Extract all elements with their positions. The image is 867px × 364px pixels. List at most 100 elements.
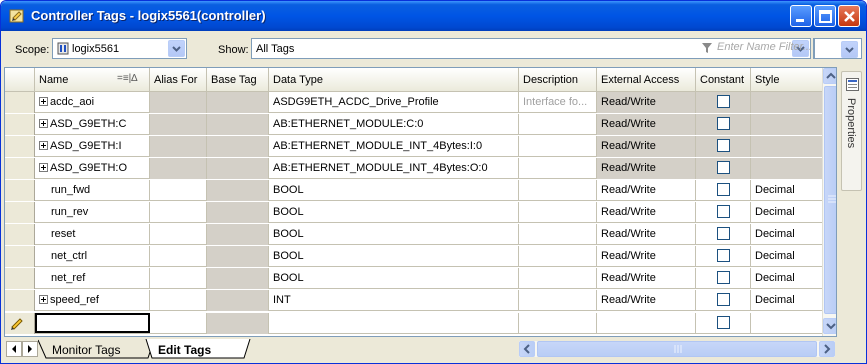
- row-selector[interactable]: [5, 268, 35, 289]
- cell-constant[interactable]: [696, 290, 751, 311]
- cell-description[interactable]: [519, 246, 597, 267]
- cell-description[interactable]: [519, 136, 597, 157]
- cell-data-type[interactable]: AB:ETHERNET_MODULE:C:0: [269, 114, 519, 135]
- tab-monitor-tags[interactable]: Monitor Tags: [52, 339, 120, 359]
- constant-checkbox[interactable]: [717, 205, 730, 218]
- filter-dropdown-button[interactable]: [841, 41, 858, 58]
- cell-alias-for[interactable]: [150, 136, 207, 157]
- cell-constant[interactable]: [696, 114, 751, 135]
- cell-external-access[interactable]: Read/Write: [597, 180, 696, 201]
- cell-alias-for[interactable]: [150, 92, 207, 113]
- cell-alias-for[interactable]: [150, 114, 207, 135]
- expand-icon[interactable]: [39, 163, 48, 172]
- table-row[interactable]: acdc_aoi ASDG9ETH_ACDC_Drive_Profile Inter…: [5, 92, 836, 113]
- row-selector[interactable]: [5, 92, 35, 113]
- table-row[interactable]: ASD_G9ETH:I AB:ETHERNET_MODULE_INT_4Bytes…: [5, 136, 836, 157]
- row-selector[interactable]: [5, 180, 35, 201]
- new-tag-row[interactable]: [5, 313, 836, 334]
- cell-external-access[interactable]: Read/Write: [597, 268, 696, 289]
- cell-style[interactable]: [751, 92, 822, 113]
- cell-external-access[interactable]: [597, 313, 696, 334]
- expand-icon[interactable]: [39, 141, 48, 150]
- row-selector[interactable]: [5, 246, 35, 267]
- cell-style[interactable]: [751, 313, 822, 334]
- cell-constant[interactable]: [696, 136, 751, 157]
- cell-external-access[interactable]: Read/Write: [597, 114, 696, 135]
- table-row[interactable]: net_ctrl BOOL Read/Write Decimal: [5, 246, 836, 267]
- row-selector[interactable]: [5, 114, 35, 135]
- column-header-description[interactable]: Description: [519, 68, 597, 92]
- column-header-constant[interactable]: Constant: [696, 68, 751, 92]
- cell-description[interactable]: [519, 114, 597, 135]
- table-row[interactable]: run_fwd BOOL Read/Write Decimal: [5, 180, 836, 201]
- row-selector[interactable]: [5, 224, 35, 245]
- cell-external-access[interactable]: Read/Write: [597, 224, 696, 245]
- constant-checkbox[interactable]: [717, 183, 730, 196]
- tags-grid[interactable]: Name =≡|∆ Alias For Base Tag Data Type D…: [4, 67, 837, 337]
- cell-style[interactable]: [751, 158, 822, 179]
- table-row[interactable]: ASD_G9ETH:C AB:ETHERNET_MODULE:C:0 Read/Wr…: [5, 114, 836, 135]
- cell-data-type[interactable]: INT: [269, 290, 519, 311]
- horizontal-scrollbar[interactable]: [519, 341, 835, 357]
- cell-description[interactable]: [519, 158, 597, 179]
- horizontal-scroll-thumb[interactable]: [537, 341, 817, 357]
- constant-checkbox[interactable]: [717, 271, 730, 284]
- row-selector[interactable]: [5, 158, 35, 179]
- maximize-button[interactable]: [814, 5, 836, 27]
- scroll-up-button[interactable]: [823, 68, 836, 84]
- row-selector[interactable]: [5, 290, 35, 311]
- scroll-left-button[interactable]: [519, 341, 535, 357]
- cell-description[interactable]: [519, 224, 597, 245]
- tab-prev-button[interactable]: [6, 341, 22, 357]
- close-button[interactable]: [838, 5, 860, 27]
- cell-alias-for[interactable]: [150, 313, 207, 334]
- cell-style[interactable]: Decimal: [751, 202, 822, 223]
- cell-style[interactable]: Decimal: [751, 180, 822, 201]
- expand-icon[interactable]: [39, 119, 48, 128]
- constant-checkbox[interactable]: [717, 227, 730, 240]
- expand-icon[interactable]: [39, 295, 48, 304]
- name-filter-input[interactable]: Enter Name Filter...: [701, 40, 851, 56]
- cell-style[interactable]: Decimal: [751, 224, 822, 245]
- tab-edit-tags[interactable]: Edit Tags: [158, 339, 211, 359]
- column-header-data-type[interactable]: Data Type: [269, 68, 519, 92]
- cell-description[interactable]: [519, 268, 597, 289]
- cell-style[interactable]: Decimal: [751, 290, 822, 311]
- column-header-name[interactable]: Name =≡|∆: [35, 68, 150, 92]
- expand-icon[interactable]: [39, 97, 48, 106]
- cell-alias-for[interactable]: [150, 180, 207, 201]
- cell-external-access[interactable]: Read/Write: [597, 290, 696, 311]
- cell-constant[interactable]: [696, 246, 751, 267]
- constant-checkbox[interactable]: [717, 293, 730, 306]
- cell-constant[interactable]: [696, 158, 751, 179]
- cell-description[interactable]: [519, 290, 597, 311]
- cell-name[interactable]: reset: [35, 224, 150, 245]
- cell-description[interactable]: [519, 202, 597, 223]
- table-row[interactable]: net_ref BOOL Read/Write Decimal: [5, 268, 836, 289]
- cell-description[interactable]: [519, 313, 597, 334]
- cell-description[interactable]: Interface fo...: [519, 92, 597, 113]
- cell-constant[interactable]: [696, 268, 751, 289]
- cell-data-type[interactable]: AB:ETHERNET_MODULE_INT_4Bytes:I:0: [269, 136, 519, 157]
- cell-alias-for[interactable]: [150, 268, 207, 289]
- constant-checkbox[interactable]: [717, 161, 730, 174]
- scroll-right-button[interactable]: [819, 341, 835, 357]
- new-tag-name-input[interactable]: [35, 313, 150, 333]
- cell-name[interactable]: ASD_G9ETH:I: [35, 136, 150, 157]
- cell-external-access[interactable]: Read/Write: [597, 202, 696, 223]
- constant-checkbox[interactable]: [717, 139, 730, 152]
- vertical-scroll-thumb[interactable]: [824, 86, 836, 314]
- vertical-scrollbar[interactable]: [822, 68, 836, 336]
- table-row[interactable]: reset BOOL Read/Write Decimal: [5, 224, 836, 245]
- cell-name[interactable]: net_ref: [35, 268, 150, 289]
- sort-icon[interactable]: =≡|∆: [117, 73, 137, 84]
- tab-next-button[interactable]: [22, 341, 38, 357]
- cell-name[interactable]: acdc_aoi: [35, 92, 150, 113]
- constant-checkbox[interactable]: [717, 95, 730, 108]
- chevron-down-icon[interactable]: [168, 40, 185, 57]
- cell-data-type[interactable]: [269, 313, 519, 334]
- scope-dropdown[interactable]: logix5561: [52, 38, 187, 59]
- cell-constant[interactable]: [696, 92, 751, 113]
- cell-data-type[interactable]: BOOL: [269, 246, 519, 267]
- cell-constant[interactable]: [696, 202, 751, 223]
